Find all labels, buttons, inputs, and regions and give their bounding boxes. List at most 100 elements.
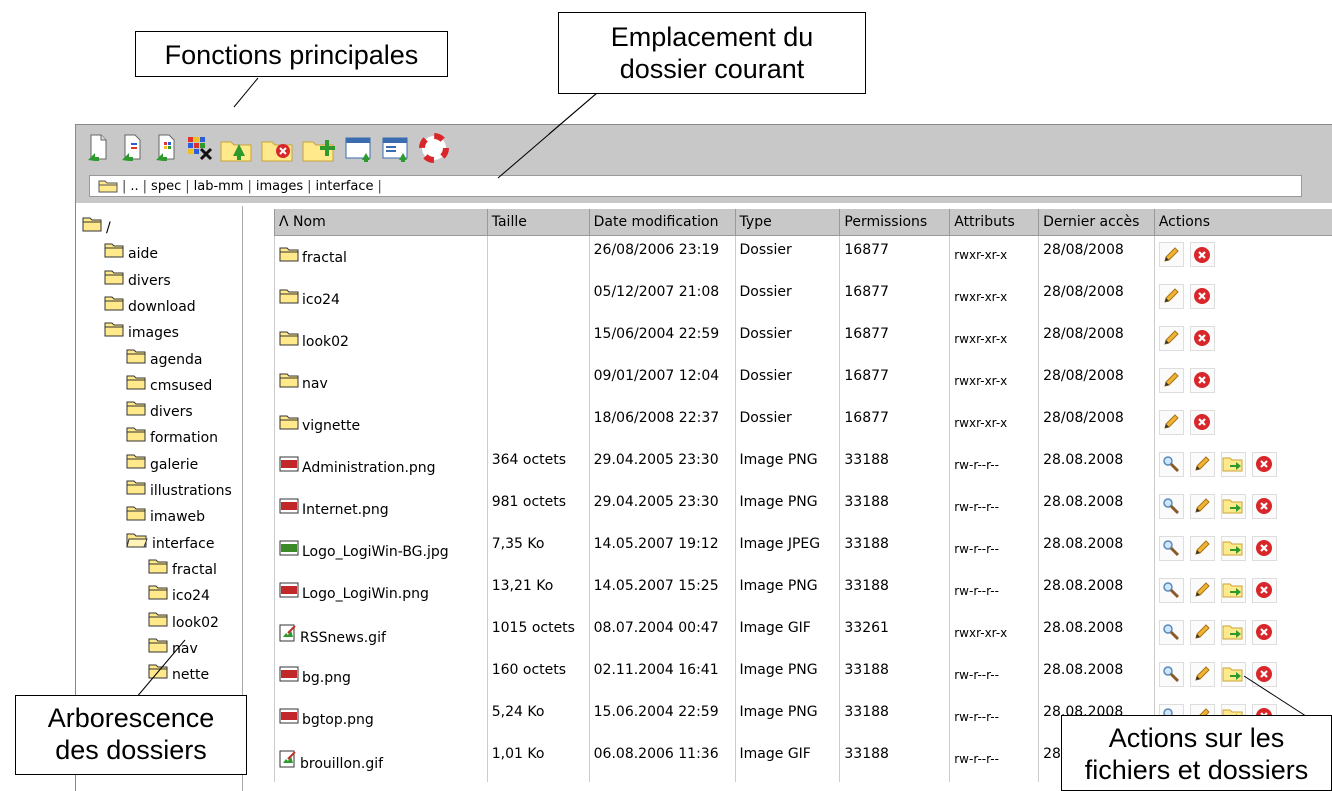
move-icon[interactable] (1220, 493, 1246, 519)
delete-icon[interactable] (1189, 367, 1215, 393)
cell-name[interactable]: Logo_LogiWin-BG.jpg (274, 529, 488, 572)
delete-icon[interactable] (1251, 661, 1277, 687)
rename-icon[interactable] (1158, 367, 1184, 393)
tree-node[interactable]: interface (126, 532, 214, 552)
table-row[interactable]: Logo_LogiWin-BG.jpg 7,35 Ko 14.05.2007 19:… (274, 529, 1332, 572)
path-crumb-interface[interactable]: interface (312, 179, 378, 194)
col-attributes-header[interactable]: Attributs (949, 209, 1039, 236)
cell-name[interactable]: bg.png (274, 655, 488, 698)
tree-node[interactable]: fractal (148, 558, 217, 578)
file-name[interactable]: ico24 (302, 292, 340, 308)
rename-icon[interactable] (1158, 325, 1184, 351)
new-file-icon[interactable] (84, 131, 111, 165)
help-icon[interactable] (419, 131, 449, 165)
file-name[interactable]: RSSnews.gif (300, 630, 386, 646)
image-grid-icon[interactable] (186, 131, 213, 165)
upload-file-icon[interactable] (118, 131, 145, 165)
rename-icon[interactable] (1158, 242, 1184, 267)
move-icon[interactable] (1220, 619, 1246, 645)
cell-name[interactable]: bgtop.png (274, 697, 488, 740)
rename-icon[interactable] (1189, 619, 1215, 645)
view-icon[interactable] (1158, 493, 1184, 519)
table-row[interactable]: Logo_LogiWin.png 13,21 Ko 14.05.2007 15:25… (274, 571, 1332, 614)
col-modified-header[interactable]: Date modification (588, 209, 736, 236)
delete-folder-icon[interactable] (261, 131, 295, 165)
delete-icon[interactable] (1189, 242, 1215, 267)
table-row[interactable]: Administration.png 364 octets 29.04.2005 2… (274, 445, 1332, 488)
tree-node[interactable]: aide (104, 242, 158, 262)
col-last-access-header[interactable]: Dernier accès (1038, 209, 1155, 236)
delete-icon[interactable] (1251, 577, 1277, 603)
cell-name[interactable]: look02 (274, 319, 488, 362)
col-size-header[interactable]: Taille (486, 209, 590, 236)
col-permissions-header[interactable]: Permissions (839, 209, 950, 236)
cell-name[interactable]: brouillon.gif (274, 739, 488, 782)
path-crumb-spec[interactable]: spec (147, 179, 185, 194)
rename-icon[interactable] (1189, 493, 1215, 519)
table-row[interactable]: look02 15/06/2004 22:59 Dossier 16877 rwxr-x… (274, 319, 1332, 362)
window-upload-icon[interactable] (345, 131, 375, 165)
path-crumb-images[interactable]: images (252, 179, 307, 194)
rename-icon[interactable] (1189, 535, 1215, 561)
move-icon[interactable] (1220, 451, 1246, 477)
file-name[interactable]: nav (302, 376, 328, 392)
delete-icon[interactable] (1189, 283, 1215, 309)
tree-node[interactable]: galerie (126, 453, 198, 473)
delete-icon[interactable] (1189, 409, 1215, 435)
table-row[interactable]: Internet.png 981 octets 29.04.2005 23:30 Im… (274, 487, 1332, 530)
col-type-header[interactable]: Type (734, 209, 840, 236)
delete-icon[interactable] (1189, 325, 1215, 351)
view-icon[interactable] (1158, 577, 1184, 603)
tree-node[interactable]: divers (104, 269, 171, 289)
table-row[interactable]: fractal 26/08/2006 23:19 Dossier 16877 rwxr-… (274, 235, 1332, 278)
cell-name[interactable]: RSSnews.gif (274, 613, 488, 656)
view-icon[interactable] (1158, 661, 1184, 687)
delete-icon[interactable] (1251, 535, 1277, 561)
tree-node[interactable]: ico24 (148, 584, 210, 604)
tree-node[interactable]: illustrations (126, 479, 232, 499)
path-folder-icon[interactable] (94, 179, 122, 193)
file-name[interactable]: fractal (302, 250, 347, 266)
file-name[interactable]: brouillon.gif (300, 756, 383, 772)
col-name-header[interactable]: Λ Nom (274, 209, 488, 236)
folder-up-icon[interactable] (220, 131, 254, 165)
file-name[interactable]: look02 (302, 334, 349, 350)
path-crumb-lab-mm[interactable]: lab-mm (190, 179, 248, 194)
cell-name[interactable]: Internet.png (274, 487, 488, 530)
table-row[interactable]: vignette 18/06/2008 22:37 Dossier 16877 rwxr… (274, 403, 1332, 446)
new-folder-icon[interactable] (302, 131, 338, 165)
move-icon[interactable] (1220, 661, 1246, 687)
tree-node[interactable]: cmsused (126, 374, 212, 394)
tree-node[interactable]: imaweb (126, 505, 205, 525)
tree-node[interactable]: images (104, 321, 179, 341)
tree-node[interactable]: nette (148, 663, 209, 683)
move-icon[interactable] (1220, 535, 1246, 561)
tree-node[interactable]: divers (126, 400, 193, 420)
file-name[interactable]: bg.png (302, 670, 351, 686)
file-name[interactable]: vignette (302, 418, 360, 434)
table-row[interactable]: nav 09/01/2007 12:04 Dossier 16877 rwxr-xr-x… (274, 361, 1332, 404)
file-name[interactable]: Logo_LogiWin.png (302, 586, 429, 602)
tree-node[interactable]: nav (148, 637, 198, 657)
tree-node[interactable]: look02 (148, 611, 219, 631)
list-upload-icon[interactable] (382, 131, 412, 165)
rename-icon[interactable] (1158, 283, 1184, 309)
cell-name[interactable]: nav (274, 361, 488, 404)
delete-icon[interactable] (1251, 493, 1277, 519)
cell-name[interactable]: vignette (274, 403, 488, 446)
delete-icon[interactable] (1251, 619, 1277, 645)
table-row[interactable]: ico24 05/12/2007 21:08 Dossier 16877 rwxr-xr… (274, 277, 1332, 320)
file-name[interactable]: bgtop.png (302, 712, 374, 728)
tree-node[interactable]: agenda (126, 348, 202, 368)
upload-image-icon[interactable] (152, 131, 179, 165)
table-row[interactable]: bg.png 160 octets 02.11.2004 16:41 Image PN… (274, 655, 1332, 698)
cell-name[interactable]: Logo_LogiWin.png (274, 571, 488, 614)
path-parent-link[interactable]: .. (126, 179, 142, 194)
table-row[interactable]: RSSnews.gif 1015 octets 08.07.2004 00:47 Im… (274, 613, 1332, 656)
view-icon[interactable] (1158, 451, 1184, 477)
file-name[interactable]: Internet.png (302, 502, 389, 518)
rename-icon[interactable] (1189, 577, 1215, 603)
rename-icon[interactable] (1189, 451, 1215, 477)
move-icon[interactable] (1220, 577, 1246, 603)
rename-icon[interactable] (1158, 409, 1184, 435)
